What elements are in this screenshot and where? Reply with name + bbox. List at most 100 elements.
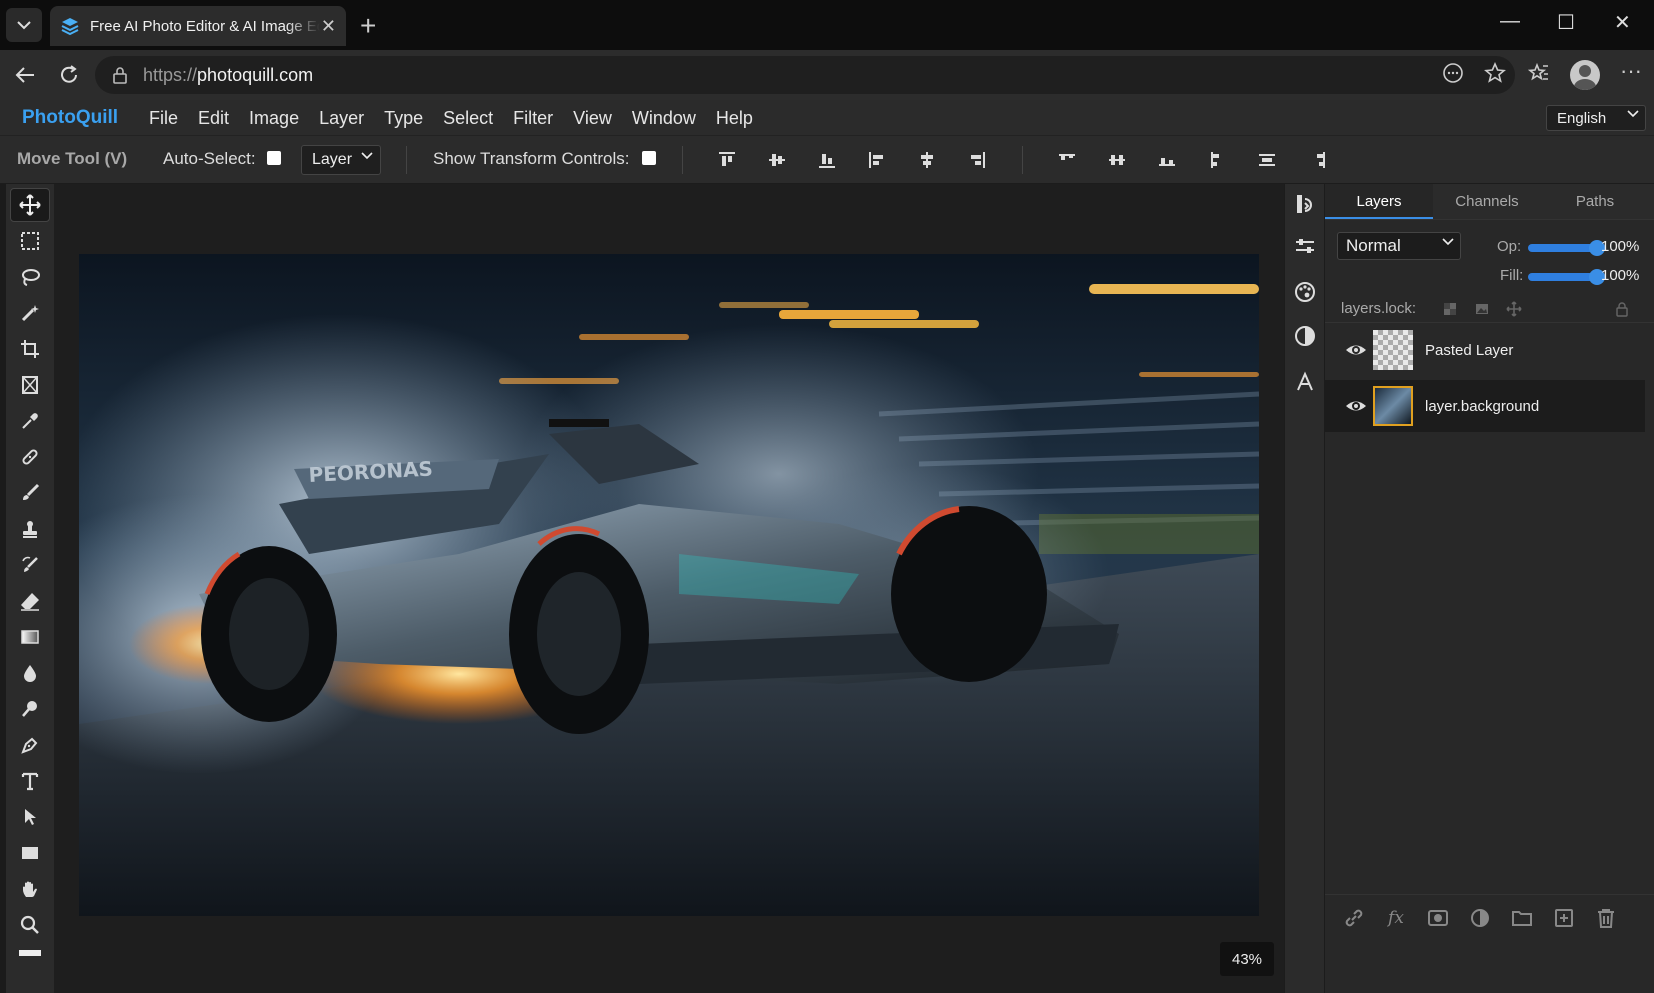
layer-mask-icon[interactable] bbox=[1425, 905, 1451, 931]
more-options-icon[interactable]: ··· bbox=[1620, 58, 1642, 84]
language-select[interactable]: English bbox=[1546, 105, 1646, 131]
profile-avatar[interactable] bbox=[1570, 60, 1600, 90]
align-right-edges-icon[interactable] bbox=[964, 147, 990, 173]
delete-layer-trash-icon[interactable] bbox=[1593, 905, 1619, 931]
brush-tool[interactable] bbox=[10, 476, 50, 510]
adjustments-panel-icon[interactable] bbox=[1293, 234, 1317, 258]
layer-row-pasted-layer[interactable]: Pasted Layer bbox=[1325, 324, 1645, 376]
new-layer-icon[interactable] bbox=[1551, 905, 1577, 931]
zoom-tool[interactable] bbox=[10, 908, 50, 942]
type-tool[interactable] bbox=[10, 764, 50, 798]
lock-image-pixels-icon[interactable] bbox=[1473, 300, 1491, 318]
distribute-bottom-icon[interactable] bbox=[1154, 147, 1180, 173]
fill-slider[interactable] bbox=[1528, 269, 1605, 285]
lasso-tool[interactable] bbox=[10, 260, 50, 294]
menu-type[interactable]: Type bbox=[374, 100, 433, 136]
blur-tool[interactable] bbox=[10, 656, 50, 690]
url-protocol: https:// bbox=[143, 64, 198, 85]
tab-layers[interactable]: Layers bbox=[1325, 184, 1433, 219]
layer-row-background[interactable]: layer.background bbox=[1325, 380, 1645, 432]
layer-name: Pasted Layer bbox=[1425, 341, 1514, 359]
app-logo[interactable]: PhotoQuill bbox=[22, 107, 118, 129]
canvas-area[interactable]: PEORONAS 43% bbox=[54, 184, 1284, 993]
distribute-left-icon[interactable] bbox=[1204, 147, 1230, 173]
menu-image[interactable]: Image bbox=[239, 100, 309, 136]
adjustment-layer-icon[interactable] bbox=[1467, 905, 1493, 931]
tab-channels[interactable]: Channels bbox=[1433, 184, 1541, 219]
minimize-icon[interactable]: — bbox=[1500, 10, 1520, 33]
move-tool[interactable] bbox=[10, 188, 50, 222]
tab-list-button[interactable] bbox=[6, 8, 42, 42]
favorite-star-icon[interactable] bbox=[1484, 62, 1506, 84]
menu-edit[interactable]: Edit bbox=[188, 100, 239, 136]
auto-select-target-select[interactable]: Layer bbox=[301, 145, 381, 175]
rectangle-icon bbox=[22, 847, 38, 859]
menu-file[interactable]: File bbox=[139, 100, 188, 136]
align-bottom-edges-icon[interactable] bbox=[814, 147, 840, 173]
new-group-folder-icon[interactable] bbox=[1509, 905, 1535, 931]
reload-icon[interactable] bbox=[58, 64, 80, 86]
align-top-edges-icon[interactable] bbox=[714, 147, 740, 173]
path-selection-tool[interactable] bbox=[10, 800, 50, 834]
distribute-horizontal-centers-icon[interactable] bbox=[1254, 147, 1280, 173]
eraser-tool[interactable] bbox=[10, 584, 50, 618]
opacity-slider[interactable] bbox=[1528, 240, 1605, 256]
maximize-icon[interactable]: ☐ bbox=[1557, 10, 1575, 35]
align-horizontal-centers-icon[interactable] bbox=[914, 147, 940, 173]
lock-transparent-pixels-icon[interactable] bbox=[1441, 300, 1459, 318]
healing-brush-tool[interactable] bbox=[10, 440, 50, 474]
back-icon[interactable] bbox=[14, 64, 36, 86]
contrast-icon[interactable] bbox=[1293, 324, 1317, 348]
align-left-edges-icon[interactable] bbox=[864, 147, 890, 173]
url-field[interactable]: https://photoquill.com bbox=[95, 56, 1515, 94]
auto-select-checkbox[interactable] bbox=[267, 151, 281, 165]
menu-window[interactable]: Window bbox=[622, 100, 706, 136]
distribute-top-icon[interactable] bbox=[1054, 147, 1080, 173]
gradient-tool[interactable] bbox=[10, 620, 50, 654]
pen-tool[interactable] bbox=[10, 728, 50, 762]
favorites-icon[interactable] bbox=[1528, 62, 1550, 84]
frame-tool[interactable] bbox=[10, 368, 50, 402]
menu-layer[interactable]: Layer bbox=[309, 100, 374, 136]
crop-tool[interactable] bbox=[10, 332, 50, 366]
rectangle-tool[interactable] bbox=[10, 836, 50, 870]
close-window-icon[interactable]: ✕ bbox=[1614, 10, 1631, 35]
tool-options-bar: Move Tool (V) Auto-Select: Layer Show Tr… bbox=[0, 136, 1654, 184]
distribute-vertical-centers-icon[interactable] bbox=[1104, 147, 1130, 173]
lock-position-icon[interactable] bbox=[1505, 300, 1523, 318]
new-tab-icon[interactable]: + bbox=[360, 10, 376, 42]
browser-tab[interactable]: Free AI Photo Editor & AI Image Editor ✕ bbox=[50, 6, 346, 46]
layer-thumbnail bbox=[1373, 330, 1413, 370]
tab-paths[interactable]: Paths bbox=[1541, 184, 1649, 219]
visibility-eye-icon[interactable] bbox=[1345, 395, 1367, 417]
lock-all-icon[interactable] bbox=[1613, 300, 1631, 318]
blend-mode-select[interactable]: Normal bbox=[1337, 232, 1461, 260]
link-layers-icon[interactable] bbox=[1341, 905, 1367, 931]
menu-view[interactable]: View bbox=[563, 100, 622, 136]
zoom-level[interactable]: 43% bbox=[1220, 942, 1274, 976]
clone-stamp-tool[interactable] bbox=[10, 512, 50, 546]
eyedropper-tool[interactable] bbox=[10, 404, 50, 438]
marquee-tool[interactable] bbox=[10, 224, 50, 258]
reading-mode-icon[interactable] bbox=[1442, 62, 1464, 84]
bandage-icon bbox=[22, 449, 38, 465]
distribute-right-icon[interactable] bbox=[1306, 147, 1332, 173]
history-brush-tool[interactable] bbox=[10, 548, 50, 582]
history-panel-icon[interactable] bbox=[1293, 192, 1317, 216]
color-palette-icon[interactable] bbox=[1293, 280, 1317, 304]
dodge-tool[interactable] bbox=[10, 692, 50, 726]
magic-wand-tool[interactable] bbox=[10, 296, 50, 330]
canvas-image-f1-car[interactable]: PEORONAS bbox=[79, 254, 1259, 916]
character-icon[interactable] bbox=[1293, 370, 1317, 394]
menu-filter[interactable]: Filter bbox=[503, 100, 563, 136]
transform-controls-checkbox[interactable] bbox=[642, 151, 656, 165]
fx-icon[interactable]: fx bbox=[1383, 905, 1409, 931]
menu-help[interactable]: Help bbox=[706, 100, 763, 136]
visibility-eye-icon[interactable] bbox=[1345, 339, 1367, 361]
hand-tool[interactable] bbox=[10, 872, 50, 906]
site-lock-icon[interactable] bbox=[111, 66, 129, 84]
foreground-color-swatch[interactable] bbox=[10, 946, 50, 960]
close-tab-icon[interactable]: ✕ bbox=[321, 16, 336, 37]
menu-select[interactable]: Select bbox=[433, 100, 503, 136]
align-vertical-centers-icon[interactable] bbox=[764, 147, 790, 173]
